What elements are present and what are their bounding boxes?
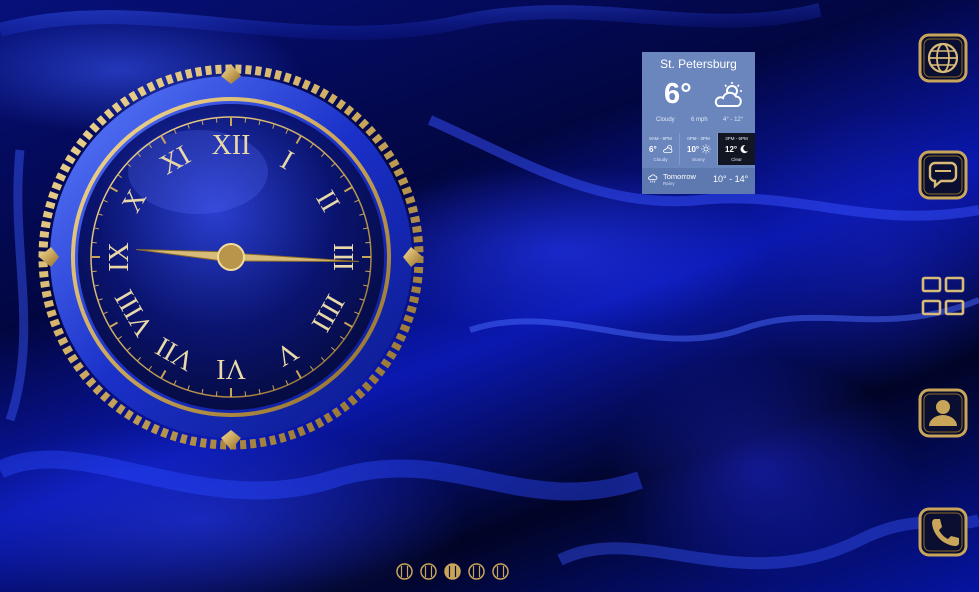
weather-tomorrow: Tomorrow Rainy 10° - 14° [642, 168, 755, 194]
weather-range: 4° - 12° [723, 117, 744, 123]
analog-clock-widget[interactable]: XII I II III IIII V VI VII VIII IX X XI [33, 62, 429, 452]
page-dot-active[interactable] [444, 563, 461, 580]
clock-numeral: VI [216, 353, 246, 384]
clock-tick [91, 241, 97, 244]
period-title: 0PM - 3PM [687, 136, 710, 141]
period-temp: 6° [649, 145, 657, 154]
period-temp: 12° [725, 145, 738, 154]
period-title: 9AM - 9PM [649, 136, 672, 141]
weather-current-temp: 6° [664, 78, 692, 110]
clock-numeral: III [327, 243, 358, 271]
page-dot[interactable] [492, 563, 509, 580]
clock-tick [365, 270, 371, 273]
clock-tick [215, 117, 218, 123]
clock-hub [217, 243, 245, 271]
weather-periods: 9AM - 9PM 6° Cloudy 0PM - 3PM 10° Sunny … [642, 133, 755, 165]
period-temp: 10° [687, 145, 700, 154]
app-drawer-grid-icon[interactable] [918, 272, 968, 322]
moon-icon [740, 145, 749, 154]
clock-tick [215, 391, 218, 397]
clock-tick [365, 241, 371, 244]
weather-period: 0PM - 3PM 10° Sunny [680, 133, 718, 165]
partly-cloudy-icon [714, 82, 742, 107]
sun-icon [701, 144, 711, 154]
period-condition: Clear [731, 157, 742, 162]
tomorrow-condition: Rainy [663, 181, 675, 186]
clock-tick [244, 117, 247, 123]
phone-icon[interactable] [918, 507, 968, 557]
weather-city: St. Petersburg [660, 57, 737, 71]
clock-numeral: XII [212, 130, 251, 161]
period-condition: Cloudy [653, 157, 668, 162]
browser-globe-icon[interactable] [918, 33, 968, 83]
clock-face: XII IIIIIIIIIIVVIVIIVIIIIXXXI [38, 64, 424, 450]
period-condition: Sunny [692, 157, 705, 162]
weather-condition: Cloudy [656, 117, 675, 123]
clock-numeral: IX [104, 242, 135, 272]
clock-tick [244, 391, 247, 397]
rain-cloud-icon [648, 174, 658, 183]
messaging-chat-icon[interactable] [918, 150, 968, 200]
weather-period: 9AM - 9PM 6° Cloudy [642, 133, 680, 165]
period-title: 3PM - 6PM [725, 136, 748, 141]
page-dot[interactable] [468, 563, 485, 580]
weather-wind: 6 mph [691, 117, 708, 123]
page-dot[interactable] [396, 563, 413, 580]
partly-cloudy-icon [663, 145, 673, 153]
tomorrow-range: 10° - 14° [713, 174, 749, 184]
page-dot[interactable] [420, 563, 437, 580]
tomorrow-label: Tomorrow [663, 172, 696, 181]
clock-tick [91, 270, 97, 273]
weather-period: 3PM - 6PM 12° Clear [718, 133, 755, 165]
contacts-person-icon[interactable] [918, 388, 968, 438]
page-indicator[interactable] [396, 563, 516, 581]
weather-widget[interactable]: St. Petersburg 6° Cloudy 6 mph 4° - 12° … [642, 52, 755, 194]
